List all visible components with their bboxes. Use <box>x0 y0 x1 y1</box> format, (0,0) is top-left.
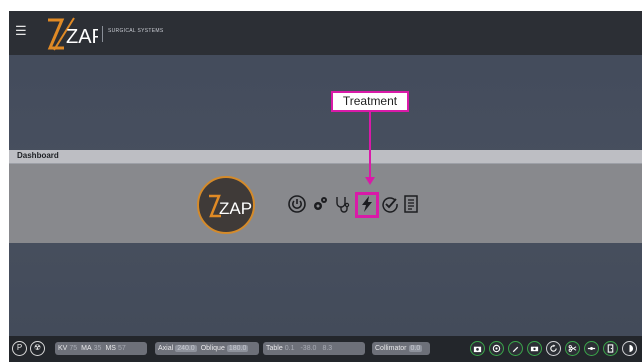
stethoscope-icon <box>336 197 350 213</box>
reports-tool-button[interactable] <box>401 194 421 214</box>
callout-line <box>369 112 371 182</box>
callout-arrow-icon <box>365 177 375 185</box>
status-bar: P ☢ KV 75 MA 35 MS 57 Axial 240.0 Oblique 180.0 … <box>9 336 642 362</box>
treatment-callout: Treatment <box>331 91 409 112</box>
dashboard-panel: ZAP <box>9 164 642 243</box>
oblique-value: 180.0 <box>226 345 249 352</box>
table-x-value: 0.1 <box>284 345 295 352</box>
ms-label: MS <box>105 345 116 352</box>
patient-button[interactable]: P <box>12 341 27 356</box>
half-circle-icon <box>629 344 634 353</box>
pen-control-button[interactable] <box>508 341 523 356</box>
axial-value: 240.0 <box>175 345 197 352</box>
ma-value: 35 <box>93 345 102 352</box>
gears-icon <box>314 197 327 210</box>
logo-text: ZAP <box>66 26 98 48</box>
pen-icon <box>512 346 519 353</box>
snapshot-control-button[interactable] <box>527 341 542 356</box>
target-control-button[interactable] <box>489 341 504 356</box>
app-window: ☰ ZAP SURGICAL SYSTEMS Dashboard ZAP <box>9 11 642 362</box>
menu-button[interactable]: ☰ <box>15 23 27 38</box>
scissors-icon <box>568 345 577 352</box>
collimator-label: Collimator <box>375 345 407 352</box>
hamburger-icon: ☰ <box>15 23 27 38</box>
zap-badge-logo: ZAP <box>209 194 252 218</box>
view-control-button[interactable] <box>622 341 637 356</box>
table-group: Table 0.1 -38.0 8.3 <box>263 342 365 355</box>
power-icon <box>288 195 306 213</box>
gantry-group: Axial 240.0 Oblique 180.0 <box>155 342 259 355</box>
refresh-icon <box>550 344 557 352</box>
table-y-value: -38.0 <box>300 345 317 352</box>
door-icon <box>607 344 614 353</box>
header-divider <box>102 26 103 42</box>
check-icon <box>382 197 398 213</box>
kv-label: KV <box>58 345 68 352</box>
zap-logo: ZAP <box>47 17 98 51</box>
camera-control-button[interactable] <box>470 341 485 356</box>
target-icon <box>492 344 501 353</box>
zap-badge-button[interactable]: ZAP <box>197 176 255 234</box>
laser-icon <box>587 347 596 350</box>
dashboard-title-bar: Dashboard <box>9 150 642 164</box>
photo-icon <box>473 346 482 353</box>
diagnostics-tool-button[interactable] <box>333 194 353 214</box>
laser-control-button[interactable] <box>584 341 599 356</box>
collimator-group: Collimator 0.0 <box>372 342 430 355</box>
settings-tool-button[interactable] <box>310 194 330 214</box>
treatment-highlight-box <box>355 192 379 218</box>
patient-button-label: P <box>16 343 23 352</box>
oblique-label: Oblique <box>200 345 225 352</box>
axial-label: Axial <box>158 345 174 352</box>
camera-icon <box>530 346 539 352</box>
table-label: Table <box>266 345 283 352</box>
app-header: ☰ ZAP SURGICAL SYSTEMS <box>9 11 642 55</box>
qa-tool-button[interactable] <box>380 194 400 214</box>
power-tool-button[interactable] <box>287 194 307 214</box>
header-subtitle: SURGICAL SYSTEMS <box>108 28 164 34</box>
ma-label: MA <box>81 345 92 352</box>
table-z-value: 8.3 <box>322 345 333 352</box>
collimator-control-button[interactable] <box>565 341 580 356</box>
document-icon <box>404 195 418 213</box>
radiation-icon: ☢ <box>33 343 42 352</box>
kv-value: 75 <box>69 345 78 352</box>
beam-params-group: KV 75 MA 35 MS 57 <box>55 342 147 355</box>
door-control-button[interactable] <box>603 341 618 356</box>
refresh-control-button[interactable] <box>546 341 561 356</box>
radiation-button[interactable]: ☢ <box>30 341 45 356</box>
dashboard-title: Dashboard <box>17 151 59 160</box>
collimator-value: 0.0 <box>408 345 423 352</box>
badge-logo-text: ZAP <box>219 199 252 218</box>
ms-value: 57 <box>117 345 126 352</box>
